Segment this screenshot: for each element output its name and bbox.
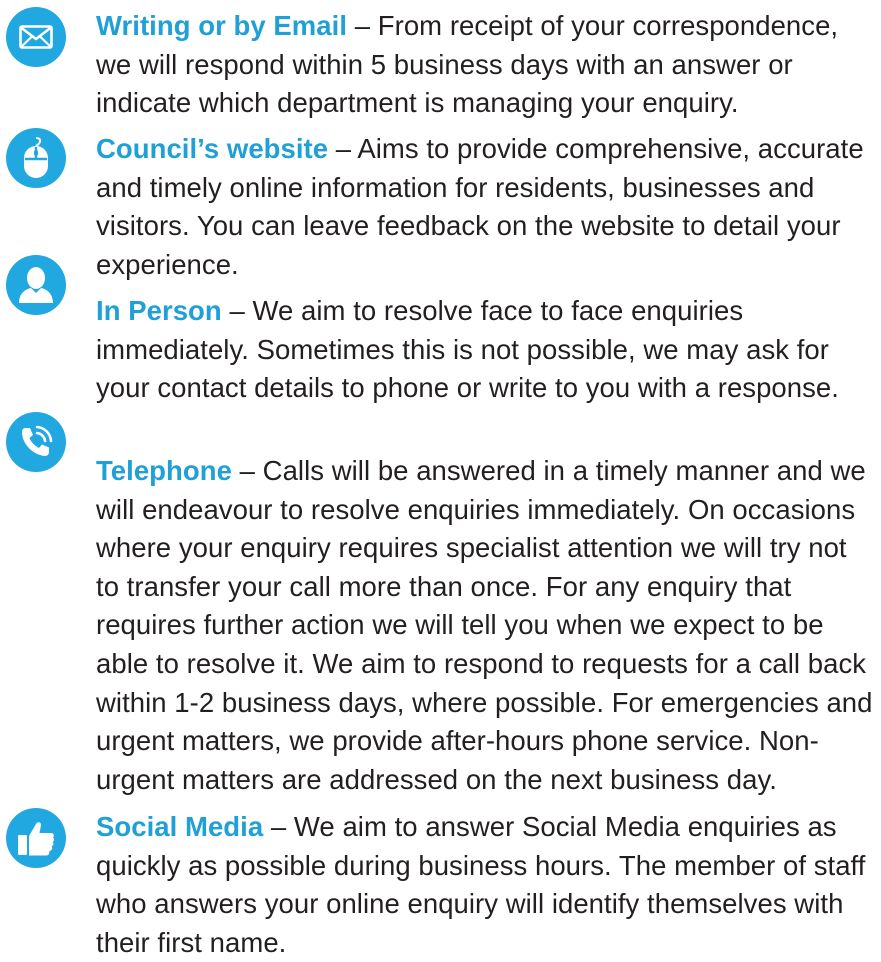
envelope-icon — [6, 7, 66, 67]
list-item-separator: – — [221, 295, 253, 326]
list-item-separator: – — [347, 10, 378, 41]
list-item-heading: In Person — [96, 295, 222, 326]
list-item-heading: Telephone — [96, 455, 232, 486]
mouse-icon — [6, 128, 66, 188]
list-item-text: Writing or by Email – From receipt of yo… — [96, 7, 876, 123]
phone-icon — [6, 412, 66, 472]
list-item-heading: Council’s website — [96, 133, 329, 164]
list-item-text: In Person – We aim to resolve face to fa… — [96, 292, 876, 408]
list-item-text: Social Media – We aim to answer Social M… — [96, 808, 876, 962]
list-item-heading: Writing or by Email — [96, 10, 348, 41]
list-item-text: Telephone – Calls will be answered in a … — [96, 452, 876, 799]
person-icon — [6, 255, 66, 315]
list-item-heading: Social Media — [96, 811, 264, 842]
list-item-body: Calls will be answered in a timely manne… — [96, 455, 873, 795]
list-item-separator: – — [231, 455, 263, 486]
list-item-text: Council’s website – Aims to provide comp… — [96, 130, 876, 284]
list-item-separator: – — [263, 811, 294, 842]
thumbs-up-icon — [6, 808, 66, 868]
list-item-separator: – — [328, 133, 358, 164]
contact-methods-list: Writing or by Email – From receipt of yo… — [0, 0, 881, 958]
